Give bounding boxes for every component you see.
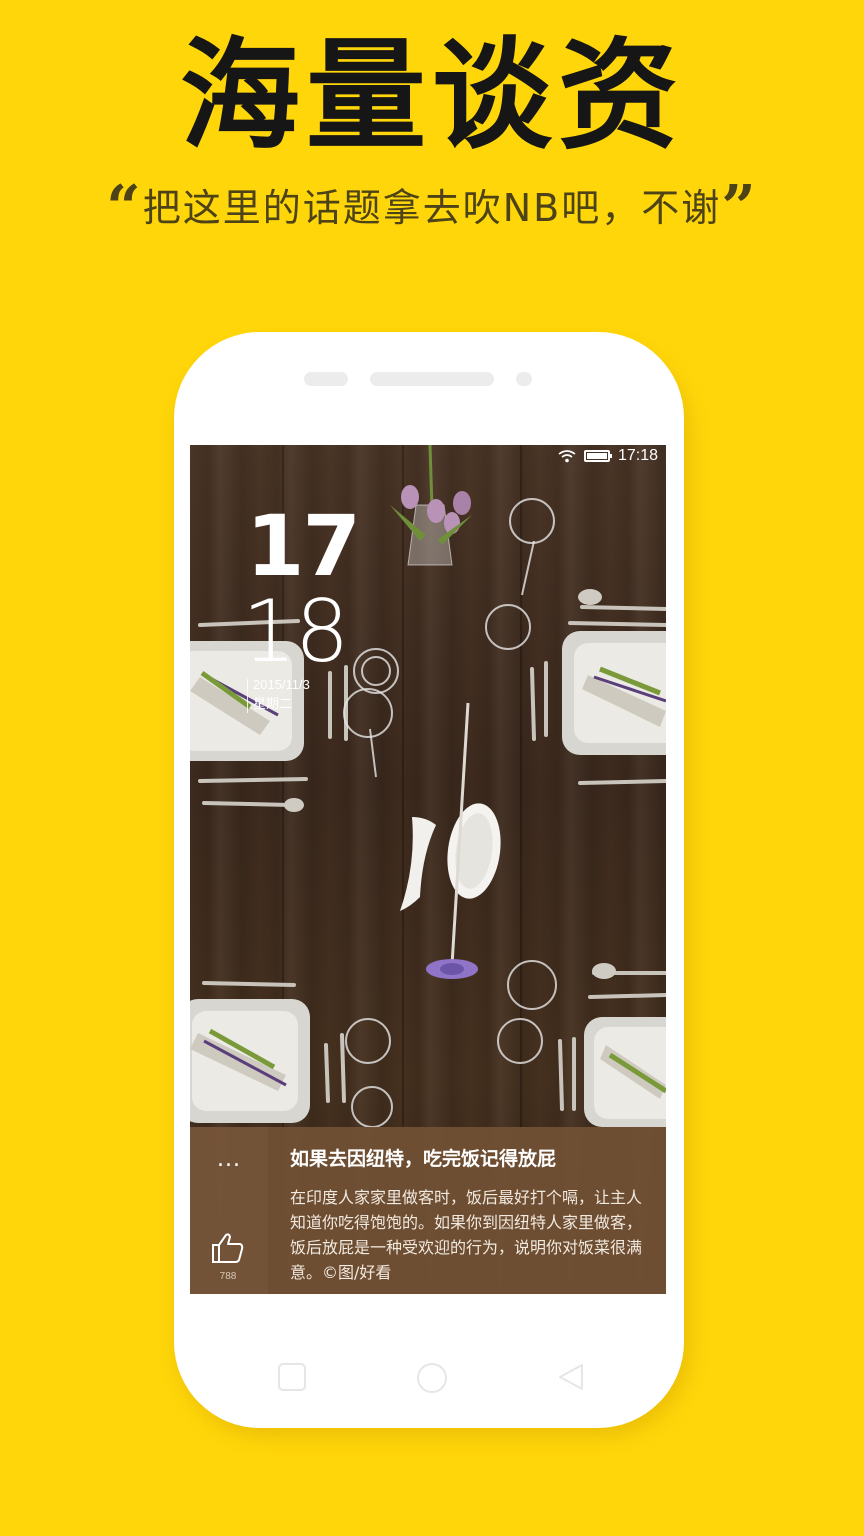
purple-flower	[426, 959, 478, 979]
article-title[interactable]: 如果去因纽特，吃完饭记得放屁	[290, 1145, 658, 1173]
open-quote-mark: “	[106, 173, 143, 243]
phone-frame: 17:18 17 18 2015/11/3 星期二 ... 788 如果去因纽特…	[174, 332, 684, 1428]
promo-tagline: “把这里的话题拿去吹NB吧，不谢”	[0, 173, 864, 243]
back-icon[interactable]	[556, 1362, 586, 1392]
lock-screen[interactable]: 17:18 17 18 2015/11/3 星期二 ... 788 如果去因纽特…	[190, 445, 666, 1294]
article-card[interactable]: ... 788 如果去因纽特，吃完饭记得放屁 在印度人家家里做客时，饭后最好打个…	[190, 1127, 666, 1294]
wifi-icon	[558, 450, 576, 463]
tagline-text: 把这里的话题拿去吹NB吧，不谢	[142, 186, 722, 230]
clock-minute: 18	[242, 582, 349, 682]
home-icon[interactable]	[416, 1362, 448, 1394]
like-count: 788	[219, 1271, 237, 1282]
close-quote-mark: ”	[721, 173, 758, 243]
clock-date: 2015/11/3	[253, 677, 310, 692]
recent-apps-icon[interactable]	[277, 1362, 307, 1392]
thumbs-up-icon[interactable]	[210, 1231, 246, 1265]
plate-bottom-left	[190, 999, 310, 1123]
proximity-sensor	[304, 372, 348, 386]
spoon	[284, 798, 304, 812]
battery-icon	[583, 450, 612, 462]
centre-dishes	[400, 803, 501, 911]
clock-weekday: 星期二	[253, 697, 293, 712]
spoon	[578, 589, 602, 605]
promo-headline: 海量谈资	[180, 27, 684, 166]
clock-hour: 17	[246, 497, 361, 595]
clock-divider	[247, 679, 248, 713]
tulip-vase	[390, 445, 472, 566]
front-camera	[516, 372, 532, 386]
plate-top-right	[562, 631, 666, 755]
wine-glasses	[343, 498, 557, 1128]
article-body: 在印度人家家里做客时，饭后最好打个嗝，让主人知道你吃得饱饱的。如果你到因纽特人家…	[290, 1188, 643, 1282]
status-bar: 17:18	[558, 445, 658, 467]
spoon	[592, 963, 616, 979]
status-time: 17:18	[617, 447, 658, 464]
more-options-button[interactable]: ...	[212, 1145, 246, 1179]
plate-bottom-right	[584, 1017, 666, 1127]
battery-level	[586, 453, 607, 459]
earpiece-speaker	[370, 372, 494, 386]
